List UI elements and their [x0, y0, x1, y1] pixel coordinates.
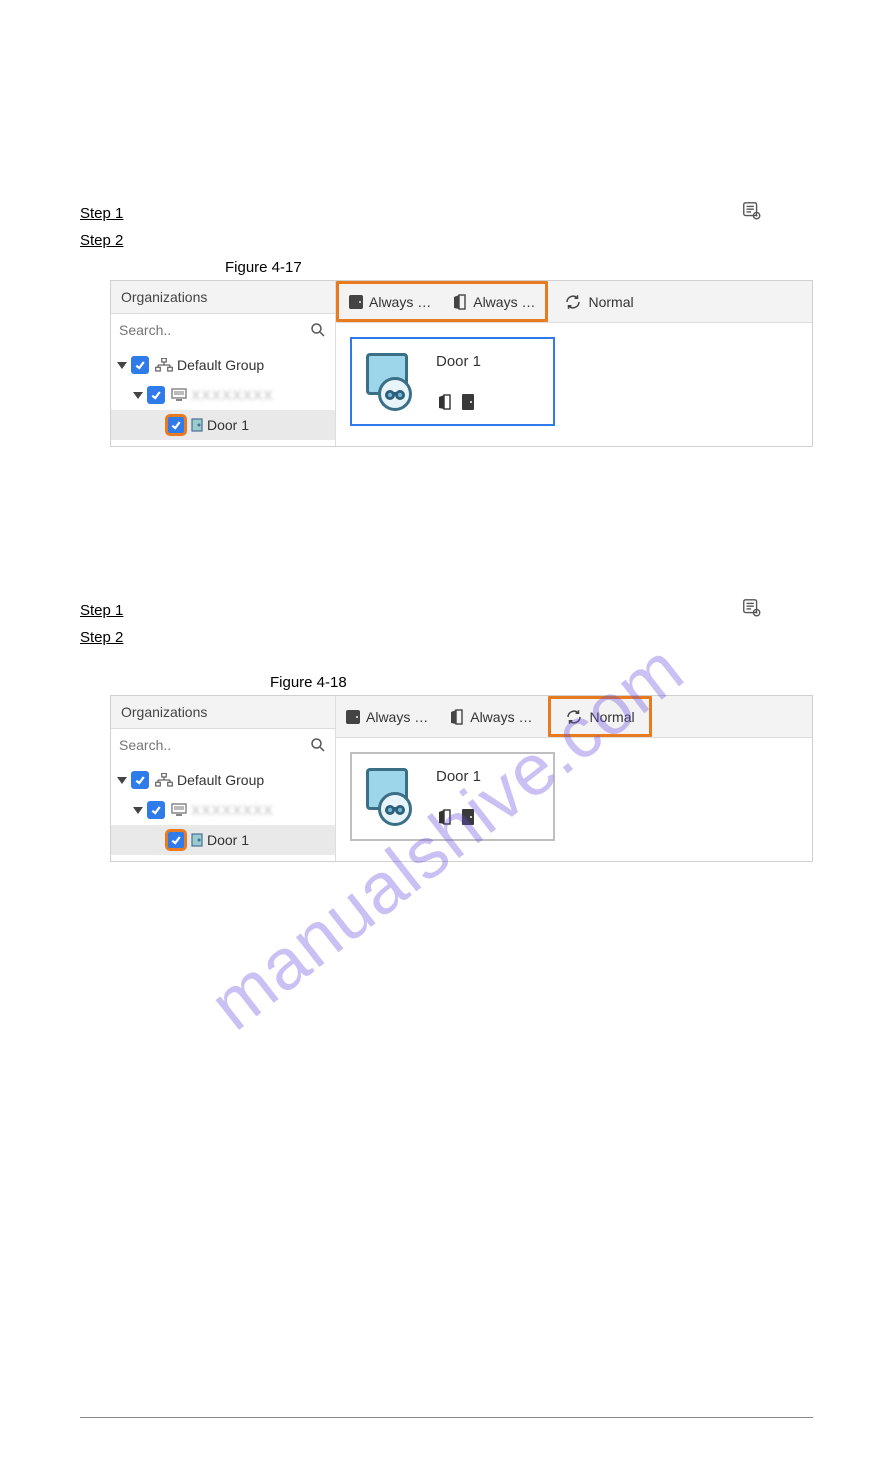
door-card[interactable]: Door 1: [350, 337, 555, 426]
tree-door-item[interactable]: Door 1: [111, 825, 335, 855]
door-mini-actions: [436, 394, 541, 410]
settings-icon: [741, 200, 763, 227]
door-open-icon[interactable]: [436, 394, 452, 410]
footer-divider: [80, 1417, 813, 1418]
door-icon: [191, 418, 203, 432]
refresh-icon: [564, 293, 582, 311]
tree-root-label: Default Group: [177, 772, 264, 788]
device-icon: [171, 388, 187, 402]
org-tree-icon: [155, 773, 173, 787]
figure-caption: Figure 4-18: [270, 674, 813, 691]
normal-button[interactable]: Normal: [554, 281, 643, 322]
always-closed-label: Always …: [366, 709, 428, 725]
search-icon[interactable]: [309, 736, 327, 754]
door-mini-actions: [436, 809, 541, 825]
door-icon: [191, 833, 203, 847]
refresh-icon: [565, 708, 583, 726]
always-open-label: Always …: [470, 709, 532, 725]
chevron-down-icon[interactable]: [133, 392, 143, 399]
organizations-header: Organizations: [111, 696, 335, 729]
door-card[interactable]: Door 1: [350, 752, 555, 841]
tree-root-label: Default Group: [177, 357, 264, 373]
toolbar: Always … Always … Normal: [336, 696, 812, 738]
search-input[interactable]: [119, 735, 309, 755]
door-thumbnail: [364, 768, 416, 824]
binoculars-icon: [378, 792, 412, 826]
tree-root[interactable]: Default Group: [111, 765, 335, 795]
tree-door-label: Door 1: [207, 417, 249, 433]
organizations-tree: Default Group XXXXXXXX Door 1: [111, 761, 335, 861]
always-open-button[interactable]: Always …: [438, 696, 542, 737]
normal-label: Normal: [589, 709, 634, 725]
step-2-link[interactable]: Step 2: [80, 629, 123, 646]
step-1-link[interactable]: Step 1: [80, 602, 123, 619]
door-canvas: Door 1: [336, 323, 812, 446]
organizations-sidebar: Organizations Default Group: [111, 281, 336, 446]
organizations-sidebar: Organizations Default Group: [111, 696, 336, 861]
binoculars-icon: [378, 377, 412, 411]
always-open-button[interactable]: Always …: [441, 284, 545, 319]
org-tree-icon: [155, 358, 173, 372]
door-closed-icon[interactable]: [462, 809, 474, 825]
checkbox[interactable]: [131, 356, 149, 374]
normal-button-highlighted[interactable]: Normal: [548, 696, 651, 737]
settings-icon: [741, 597, 763, 624]
checkbox[interactable]: [147, 386, 165, 404]
device-icon: [171, 803, 187, 817]
organizations-header: Organizations: [111, 281, 335, 314]
main-area: Always … Always … Normal: [336, 696, 812, 861]
door-closed-icon: [346, 710, 360, 724]
access-control-panel: Organizations Default Group: [110, 695, 813, 862]
checkbox[interactable]: [147, 801, 165, 819]
door-open-icon[interactable]: [436, 809, 452, 825]
step-2-link[interactable]: Step 2: [80, 232, 123, 249]
always-open-label: Always …: [473, 294, 535, 310]
figure-caption: Figure 4-17: [225, 259, 813, 276]
search-icon[interactable]: [309, 321, 327, 339]
checkbox[interactable]: [131, 771, 149, 789]
always-closed-button[interactable]: Always …: [336, 696, 438, 737]
door-closed-icon[interactable]: [462, 394, 474, 410]
organizations-tree: Default Group XXXXXXXX Door 1: [111, 346, 335, 446]
device-label-blurred: XXXXXXXX: [191, 802, 274, 818]
search-row: [111, 729, 335, 761]
access-control-panel: Organizations Default Group: [110, 280, 813, 447]
tree-door-item[interactable]: Door 1: [111, 410, 335, 440]
checkbox-highlighted[interactable]: [167, 416, 185, 434]
always-closed-label: Always …: [369, 294, 431, 310]
main-area: Always … Always … Normal: [336, 281, 812, 446]
tree-device[interactable]: XXXXXXXX: [111, 380, 335, 410]
chevron-down-icon[interactable]: [133, 807, 143, 814]
tree-root[interactable]: Default Group: [111, 350, 335, 380]
tree-device[interactable]: XXXXXXXX: [111, 795, 335, 825]
door-card-title: Door 1: [436, 353, 541, 370]
door-closed-icon: [349, 295, 363, 309]
always-closed-button[interactable]: Always …: [339, 284, 441, 319]
always-buttons-highlight: Always … Always …: [336, 281, 548, 322]
checkbox-highlighted[interactable]: [167, 831, 185, 849]
step-1-link[interactable]: Step 1: [80, 205, 123, 222]
door-thumbnail: [364, 353, 416, 409]
normal-label: Normal: [588, 294, 633, 310]
search-input[interactable]: [119, 320, 309, 340]
device-label-blurred: XXXXXXXX: [191, 387, 274, 403]
chevron-down-icon[interactable]: [117, 362, 127, 369]
door-canvas: Door 1: [336, 738, 812, 861]
door-card-title: Door 1: [436, 768, 541, 785]
chevron-down-icon[interactable]: [117, 777, 127, 784]
search-row: [111, 314, 335, 346]
door-open-icon: [451, 294, 467, 310]
tree-door-label: Door 1: [207, 832, 249, 848]
door-open-icon: [448, 709, 464, 725]
toolbar: Always … Always … Normal: [336, 281, 812, 323]
